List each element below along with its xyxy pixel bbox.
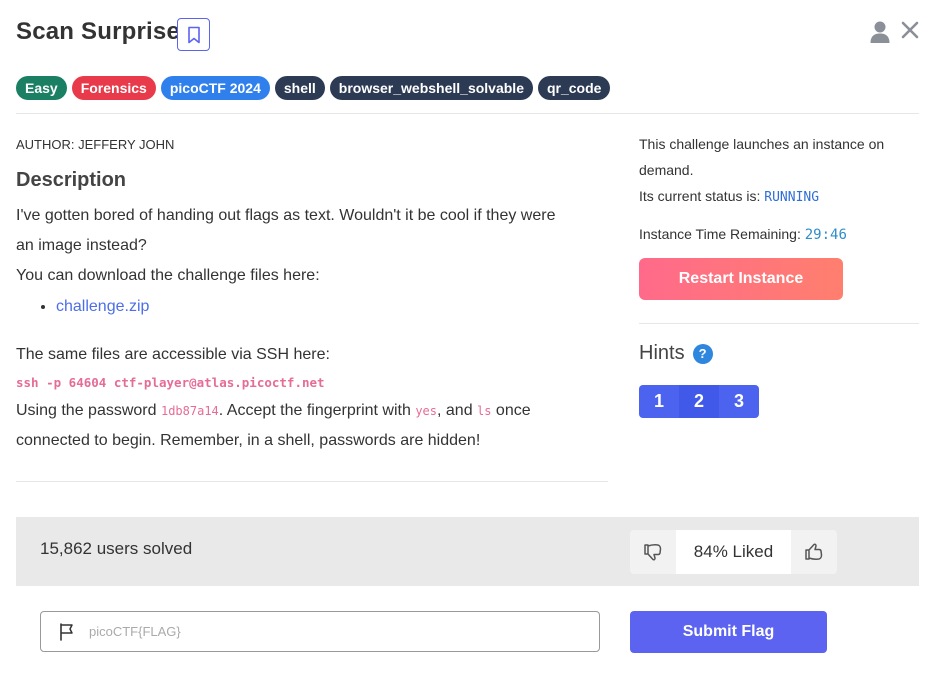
question-circle-icon[interactable]: ? bbox=[692, 343, 713, 364]
fingerprint-code: yes bbox=[415, 404, 437, 418]
description-line-1: I've gotten bored of handing out flags a… bbox=[16, 207, 556, 224]
and-text: , and bbox=[437, 402, 478, 419]
restart-instance-button[interactable]: Restart Instance bbox=[639, 258, 843, 300]
thumbs-down-button[interactable] bbox=[630, 530, 676, 574]
stats-bar: 15,862 users solved 84% Liked bbox=[16, 517, 919, 586]
time-remaining: 29:46 bbox=[804, 227, 847, 243]
final-instructions: connected to begin. Remember, in a shell… bbox=[16, 432, 481, 449]
ssh-intro: The same files are accessible via SSH he… bbox=[16, 346, 330, 363]
file-list: challenge.zip bbox=[16, 292, 608, 322]
password-code: 1db87a14 bbox=[160, 404, 219, 418]
liked-percentage: 84% Liked bbox=[676, 530, 791, 574]
flag-icon bbox=[60, 622, 73, 641]
close-icon[interactable] bbox=[899, 18, 921, 42]
challenge-zip-link[interactable]: challenge.zip bbox=[56, 298, 149, 315]
user-icon[interactable] bbox=[869, 20, 891, 44]
instance-time-line: Instance Time Remaining: 29:46 bbox=[639, 221, 919, 248]
instance-launch-text: This challenge launches an instance on d… bbox=[639, 136, 885, 178]
tag-event[interactable]: picoCTF 2024 bbox=[160, 76, 270, 100]
instance-panel: This challenge launches an instance on d… bbox=[639, 131, 919, 300]
file-list-item: challenge.zip bbox=[56, 292, 608, 322]
password-line: Using the password 1db87a14. Accept the … bbox=[16, 396, 608, 426]
hint-button-2[interactable]: 2 bbox=[679, 385, 719, 418]
tag-qr-code[interactable]: qr_code bbox=[537, 76, 611, 100]
header-divider bbox=[16, 113, 919, 114]
instance-status-line: Its current status is: RUNNING bbox=[639, 183, 919, 211]
author-label: AUTHOR: JEFFERY JOHN bbox=[16, 137, 175, 152]
description-divider bbox=[16, 481, 608, 482]
download-text: You can download the challenge files her… bbox=[16, 267, 320, 284]
status-label: Its current status is: bbox=[639, 188, 765, 204]
page-header: Scan Surprise bbox=[16, 14, 921, 54]
tag-list: Easy Forensics picoCTF 2024 shell browse… bbox=[16, 76, 611, 100]
password-mid: . Accept the fingerprint with bbox=[218, 402, 416, 419]
thumbs-up-icon bbox=[805, 543, 823, 560]
solved-count: 15,862 users solved bbox=[40, 539, 193, 558]
submit-flag-button[interactable]: Submit Flag bbox=[630, 611, 827, 653]
flag-input[interactable] bbox=[89, 624, 569, 639]
instance-divider bbox=[639, 323, 919, 324]
hints-heading-text: Hints bbox=[639, 342, 685, 364]
tag-difficulty[interactable]: Easy bbox=[16, 76, 67, 100]
challenge-title: Scan Surprise bbox=[16, 18, 181, 45]
time-label: Instance Time Remaining: bbox=[639, 226, 805, 242]
tag-browser-webshell[interactable]: browser_webshell_solvable bbox=[329, 76, 533, 100]
challenge-description-panel: AUTHOR: JEFFERY JOHN Description I've go… bbox=[16, 134, 608, 456]
flag-input-wrapper bbox=[40, 611, 600, 652]
hint-button-group: 1 2 3 bbox=[639, 385, 759, 418]
thumbs-up-button[interactable] bbox=[791, 530, 837, 574]
description-line-2: an image instead? bbox=[16, 237, 147, 254]
ls-code: ls bbox=[477, 404, 492, 418]
bookmark-icon bbox=[187, 26, 200, 43]
hints-heading: Hints ? bbox=[639, 342, 713, 365]
hint-button-1[interactable]: 1 bbox=[639, 385, 679, 418]
description-heading: Description bbox=[16, 169, 127, 191]
rating-group: 84% Liked bbox=[630, 530, 837, 574]
hint-button-3[interactable]: 3 bbox=[719, 385, 759, 418]
tag-shell[interactable]: shell bbox=[274, 76, 325, 100]
status-value: RUNNING bbox=[764, 190, 820, 205]
password-suffix: once bbox=[491, 402, 531, 419]
thumbs-down-icon bbox=[644, 544, 662, 561]
ssh-command: ssh -p 64604 ctf-player@atlas.picoctf.ne… bbox=[16, 375, 325, 390]
password-prefix: Using the password bbox=[16, 402, 161, 419]
tag-category[interactable]: Forensics bbox=[71, 76, 156, 100]
bookmark-button[interactable] bbox=[177, 18, 210, 51]
